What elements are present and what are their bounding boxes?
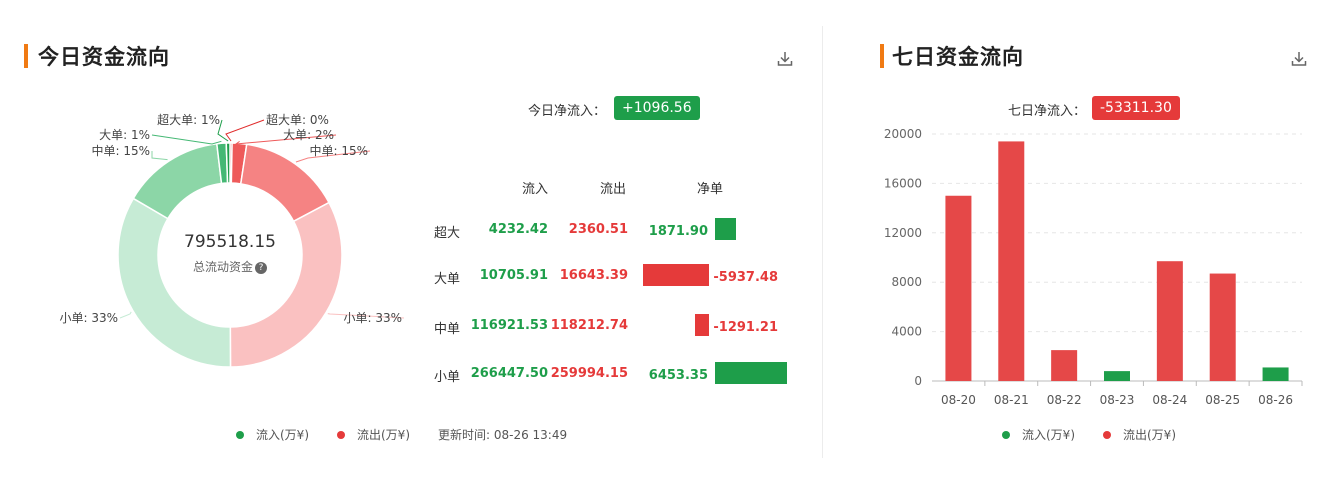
donut-slice bbox=[225, 142, 231, 184]
bar bbox=[1104, 371, 1130, 381]
total-fund-label-text: 总流动资金 bbox=[192, 260, 253, 274]
y-tick-label: 0 bbox=[914, 374, 922, 388]
outflow-dot-icon bbox=[337, 430, 345, 439]
today-legend: 流入(万¥) 流出(万¥) 更新时间: 08-26 13:49 bbox=[236, 426, 567, 443]
donut-slice-label: 中单: 15% bbox=[91, 143, 150, 158]
outflow-value: 2360.51 bbox=[568, 222, 628, 237]
donut-slice-label: 中单: 15% bbox=[309, 143, 368, 158]
net-bar bbox=[715, 218, 736, 240]
donut-slice-label: 小单: 33% bbox=[343, 311, 402, 325]
x-tick-label: 08-23 bbox=[1100, 393, 1135, 407]
donut-leader-line bbox=[151, 151, 168, 161]
seven-day-bar-chart: 0 4000 8000 12000 16000 20000 08-20 08-21 08-22 0… bbox=[884, 127, 1303, 407]
inflow-value: 10705.91 bbox=[479, 268, 548, 283]
inflow-dot-icon bbox=[1002, 430, 1010, 439]
bar bbox=[1262, 367, 1289, 381]
header-net: 净单 bbox=[697, 182, 724, 197]
donut-slice-label: 超大单: 1% bbox=[157, 112, 220, 127]
donut-slice bbox=[117, 197, 232, 368]
seven-day-flow-panel: 七日资金流向 七日净流入： -53311.30 0 4000 8000 12000 16… bbox=[852, 0, 1328, 480]
today-net-badge: +1096.56 bbox=[614, 96, 700, 120]
x-tick-label: 08-25 bbox=[1205, 393, 1240, 407]
total-fund-value: 795518.15 bbox=[184, 232, 276, 252]
panel-title: 今日资金流向 bbox=[38, 45, 170, 69]
net-bar bbox=[642, 264, 709, 286]
bar bbox=[998, 141, 1025, 381]
outflow-dot-icon bbox=[1103, 430, 1111, 439]
row-label: 中单 bbox=[434, 322, 461, 337]
header-inflow: 流入 bbox=[522, 182, 549, 197]
net-value: 1871.90 bbox=[648, 224, 708, 239]
header-outflow: 流出 bbox=[600, 182, 627, 197]
seven-day-legend: 流入(万¥) 流出(万¥) bbox=[1002, 426, 1204, 443]
legend-outflow-label: 流出(万¥) bbox=[357, 428, 410, 442]
outflow-value: 259994.15 bbox=[550, 366, 628, 381]
y-tick-label: 12000 bbox=[884, 226, 922, 240]
x-tick-label: 08-21 bbox=[994, 393, 1029, 407]
row-label: 小单 bbox=[434, 370, 461, 385]
row-label: 超大 bbox=[434, 226, 461, 241]
inflow-value: 116921.53 bbox=[470, 318, 548, 333]
row-label: 大单 bbox=[434, 272, 461, 287]
inflow-value: 4232.42 bbox=[488, 222, 548, 237]
today-net-label: 今日净流入： bbox=[528, 104, 607, 119]
title-accent-bar bbox=[24, 44, 28, 68]
net-bar bbox=[715, 362, 787, 384]
outflow-value: 118212.74 bbox=[550, 318, 628, 333]
legend-outflow[interactable]: 流出(万¥) bbox=[1103, 426, 1176, 443]
donut-leader-line bbox=[225, 119, 265, 142]
x-tick-label: 08-26 bbox=[1258, 393, 1293, 407]
y-tick-label: 20000 bbox=[884, 127, 922, 141]
net-value: 6453.35 bbox=[648, 368, 708, 383]
panel-divider bbox=[822, 26, 823, 458]
update-time: 更新时间: 08-26 13:49 bbox=[438, 428, 568, 442]
net-value: -1291.21 bbox=[713, 320, 778, 335]
donut-slice-label: 小单: 33% bbox=[59, 311, 118, 325]
inflow-dot-icon bbox=[236, 430, 244, 439]
bar bbox=[1156, 261, 1183, 381]
x-tick-label: 08-24 bbox=[1152, 393, 1187, 407]
legend-inflow[interactable]: 流入(万¥) bbox=[236, 426, 309, 443]
net-value: -5937.48 bbox=[713, 270, 778, 285]
x-tick-label: 08-20 bbox=[941, 393, 976, 407]
bar bbox=[1051, 350, 1078, 381]
y-tick-label: 4000 bbox=[891, 325, 922, 339]
question-icon[interactable]: ? bbox=[255, 262, 267, 274]
legend-inflow-label: 流入(万¥) bbox=[256, 428, 309, 442]
outflow-value: 16643.39 bbox=[559, 268, 628, 283]
donut-slice-label: 超大单: 0% bbox=[266, 112, 329, 127]
inflow-value: 266447.50 bbox=[470, 366, 548, 381]
legend-inflow[interactable]: 流入(万¥) bbox=[1002, 426, 1075, 443]
donut-slice bbox=[229, 201, 343, 368]
legend-outflow[interactable]: 流出(万¥) bbox=[337, 426, 410, 443]
legend-inflow-label: 流入(万¥) bbox=[1022, 428, 1075, 442]
donut-slice-label: 大单: 1% bbox=[99, 128, 150, 142]
donut-leader-line bbox=[151, 134, 222, 145]
total-fund-label: 总流动资金? bbox=[150, 258, 310, 275]
today-flow-panel: 今日资金流向 超大单: 0% 大单: 2% 中单: 15% 小单: 33% 小单: 33… bbox=[0, 0, 822, 480]
net-bar bbox=[694, 314, 709, 336]
x-tick-label: 08-22 bbox=[1047, 393, 1082, 407]
download-icon[interactable] bbox=[776, 50, 794, 68]
donut-leader-line bbox=[119, 311, 132, 319]
donut-slice-label: 大单: 2% bbox=[283, 128, 334, 142]
bar bbox=[945, 195, 972, 381]
y-tick-label: 16000 bbox=[884, 176, 922, 190]
bar bbox=[1209, 273, 1236, 381]
legend-outflow-label: 流出(万¥) bbox=[1123, 428, 1176, 442]
y-tick-label: 8000 bbox=[891, 275, 922, 289]
